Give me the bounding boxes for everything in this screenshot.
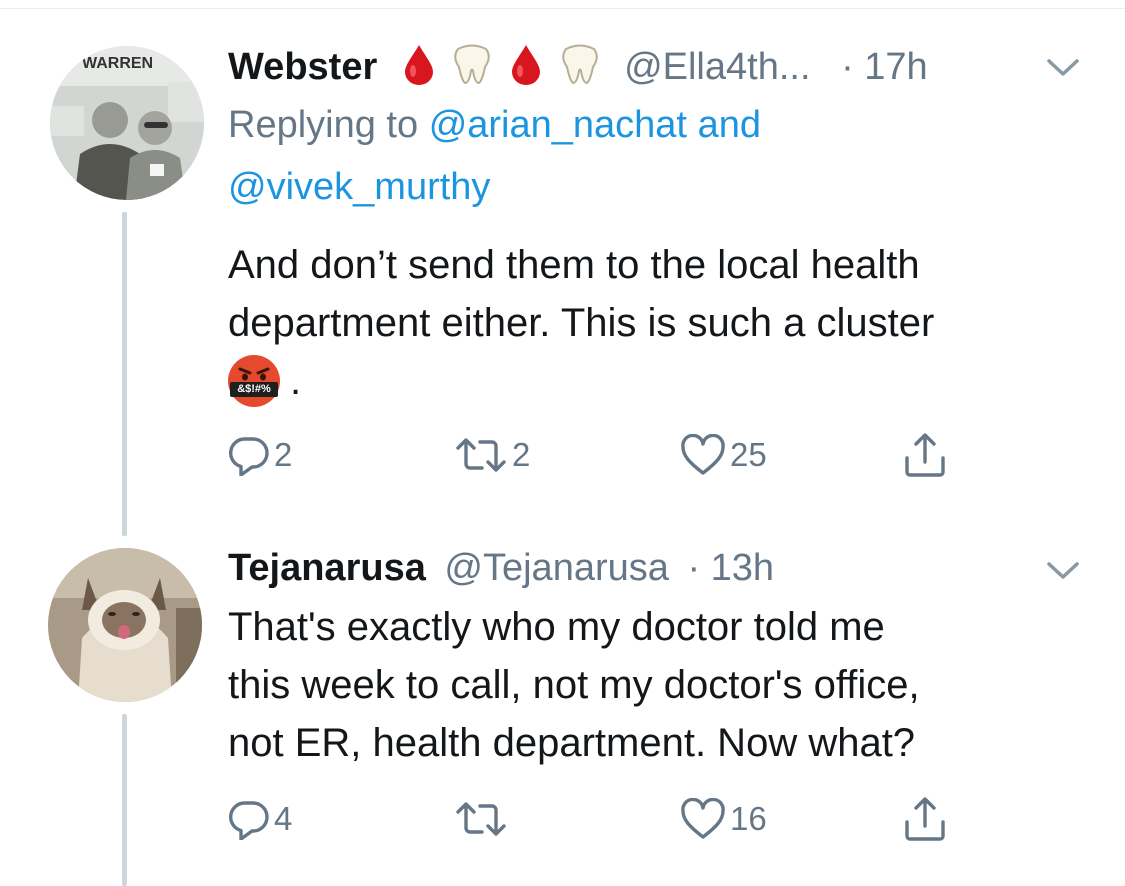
tweet-header: Webster @Ella4th... · 17h [228, 43, 928, 96]
retweet-button[interactable] [454, 798, 512, 840]
tooth-icon [452, 43, 492, 96]
retweet-count: 2 [512, 436, 531, 473]
share-icon [905, 433, 945, 477]
avatar[interactable] [48, 548, 202, 702]
tweet-text-line: not ER, health department. Now what? [228, 721, 916, 765]
cat-photo [48, 548, 202, 702]
thread-line [122, 714, 127, 886]
tweet-text-line: department either. This is such a cluste… [228, 301, 935, 345]
tweet-text: And don’t send them to the local health … [228, 236, 934, 410]
reply-icon [229, 437, 269, 476]
reply-count: 4 [274, 800, 293, 837]
mention-link[interactable]: @arian_nachat [429, 104, 687, 146]
user-handle[interactable]: @Tejanarusa [444, 547, 668, 589]
twitter-thread: WARREN Webster @Ella4th... · 17h Replyin… [0, 0, 1125, 886]
thread-line [122, 212, 127, 536]
like-button[interactable]: 16 [680, 798, 767, 840]
blood-drop-icon [402, 43, 436, 96]
retweet-icon [456, 438, 506, 472]
mention-link[interactable]: @vivek_murthy [228, 166, 490, 208]
avatar-photo: WARREN [50, 46, 204, 200]
tweet-text-line: this week to call, not my doctor's offic… [228, 663, 920, 707]
user-handle[interactable]: @Ella4th... [624, 46, 810, 88]
like-button[interactable]: 25 [680, 434, 767, 476]
tweet-text-end: . [290, 359, 302, 403]
share-button[interactable] [902, 796, 948, 842]
blood-drop-icon [509, 43, 543, 96]
heart-icon [681, 798, 725, 839]
avatar[interactable]: WARREN [50, 46, 204, 200]
tweet-text-line: &$!#% . [228, 352, 934, 410]
tweet-text-line: That's exactly who my doctor told me [228, 605, 885, 649]
retweet-icon [456, 802, 506, 836]
replying-to: Replying to @arian_nachat and [228, 96, 761, 154]
like-count: 25 [730, 436, 767, 473]
face-with-symbols-icon: &$!#% [228, 355, 280, 407]
share-icon [905, 797, 945, 841]
reply-icon [229, 801, 269, 840]
reply-button[interactable]: 2 [228, 434, 292, 476]
tweet-text-line: And don’t send them to the local health [228, 243, 920, 287]
timestamp[interactable]: · 17h [841, 46, 928, 88]
chevron-down-icon[interactable] [1046, 561, 1080, 586]
tweet-header: Tejanarusa @Tejanarusa · 13h [228, 545, 774, 591]
chevron-down-icon[interactable] [1046, 58, 1080, 83]
avatar-sign-text: WARREN [82, 55, 153, 72]
symbols-label: &$!#% [237, 383, 271, 395]
replying-prefix: Replying to [228, 104, 419, 146]
display-name[interactable]: Webster [228, 46, 377, 88]
timestamp[interactable]: · 13h [687, 547, 774, 589]
reply-button[interactable]: 4 [228, 798, 292, 840]
tooth-icon [560, 43, 600, 96]
reply-count: 2 [274, 436, 293, 473]
share-button[interactable] [902, 432, 948, 478]
retweet-button[interactable]: 2 [454, 434, 530, 476]
divider [0, 8, 1125, 9]
display-name[interactable]: Tejanarusa [228, 547, 426, 589]
replying-to-continued: @vivek_murthy [228, 158, 490, 216]
tweet-text: That's exactly who my doctor told me thi… [228, 598, 920, 772]
reply-and: and [697, 104, 761, 146]
like-count: 16 [730, 800, 767, 837]
heart-icon [681, 434, 725, 475]
